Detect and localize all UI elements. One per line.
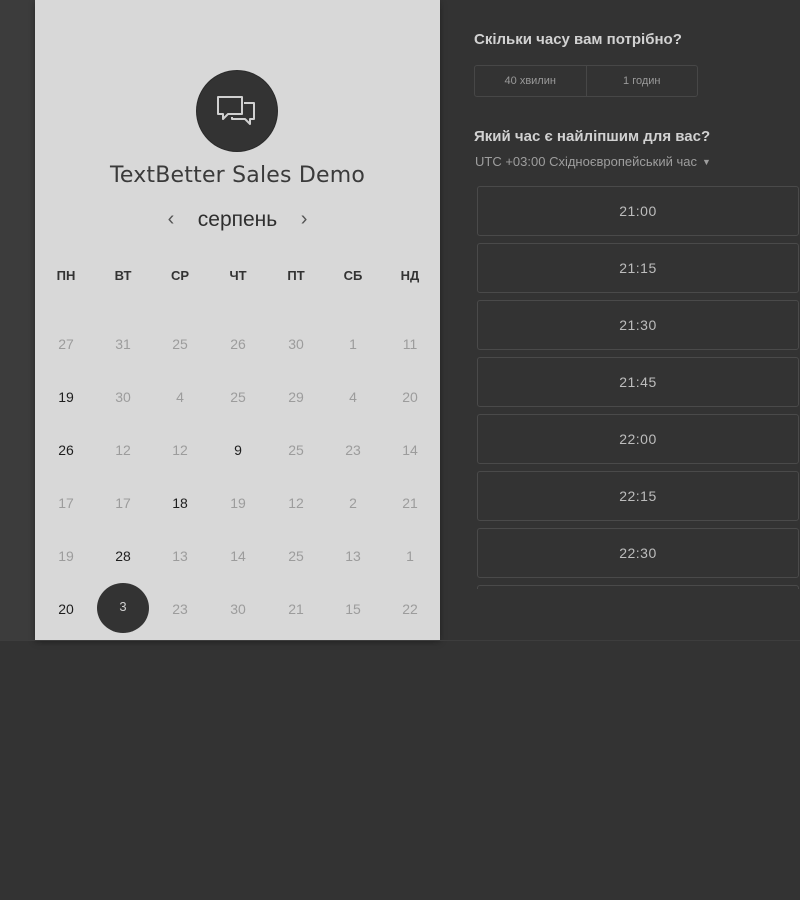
unavailable-day: 13 xyxy=(345,548,361,564)
duration-question: Скільки часу вам потрібно? xyxy=(474,31,682,48)
duration-option-1h[interactable]: 1 годин xyxy=(585,66,698,96)
time-slot-button[interactable]: 21:30 xyxy=(477,300,799,350)
unavailable-day: 19 xyxy=(58,548,74,564)
available-day[interactable]: 20 xyxy=(44,598,88,620)
unavailable-day: 20 xyxy=(402,389,418,405)
time-slot-button[interactable]: 22:30 xyxy=(477,528,799,578)
time-slot-list[interactable]: 21:00 21:15 21:30 21:45 22:00 22:15 22:30 xyxy=(477,186,800,589)
unavailable-day: 23 xyxy=(172,601,188,617)
unavailable-day: 23 xyxy=(345,442,361,458)
available-day[interactable]: 9 xyxy=(216,439,260,461)
unavailable-day: 13 xyxy=(172,548,188,564)
time-slot-button[interactable]: 22:15 xyxy=(477,471,799,521)
unavailable-day: 21 xyxy=(288,601,304,617)
timezone-label: UTC +03:00 Східноєвропейський час xyxy=(475,154,697,169)
duration-selector: 40 хвилин 1 годин xyxy=(474,65,698,97)
unavailable-day: 30 xyxy=(115,389,131,405)
unavailable-day: 4 xyxy=(176,389,184,405)
unavailable-day: 29 xyxy=(288,389,304,405)
calendar-card: TextBetter Sales Demo ‹ серпень › ПН ВТ СР… xyxy=(35,0,440,640)
divider xyxy=(0,640,800,641)
background-edge xyxy=(0,0,35,640)
time-slot-button[interactable]: 21:00 xyxy=(477,186,799,236)
available-day[interactable]: 26 xyxy=(44,439,88,461)
unavailable-day: 1 xyxy=(406,548,414,564)
available-day[interactable]: 19 xyxy=(44,386,88,408)
time-slot-button[interactable]: 22:00 xyxy=(477,414,799,464)
duration-option-40min[interactable]: 40 хвилин xyxy=(475,66,586,96)
unavailable-day: 21 xyxy=(402,495,418,511)
unavailable-day: 12 xyxy=(172,442,188,458)
selected-day[interactable]: 3 xyxy=(97,583,149,633)
unavailable-day: 2 xyxy=(349,495,357,511)
unavailable-day: 17 xyxy=(58,495,74,511)
unavailable-day: 27 xyxy=(58,336,74,352)
caret-down-icon: ▼ xyxy=(701,157,711,167)
unavailable-day: 22 xyxy=(402,601,418,617)
unavailable-day: 30 xyxy=(288,336,304,352)
unavailable-day: 11 xyxy=(402,336,418,352)
unavailable-day: 14 xyxy=(230,548,246,564)
timezone-dropdown[interactable]: UTC +03:00 Східноєвропейський час ▼ xyxy=(475,154,711,169)
time-slot-button[interactable]: 21:15 xyxy=(477,243,799,293)
unavailable-day: 19 xyxy=(230,495,246,511)
unavailable-day: 15 xyxy=(345,601,361,617)
unavailable-day: 12 xyxy=(288,495,304,511)
day-grid: 27 31 25 26 30 1 11 19 30 4 25 29 4 20 26 12 12 9 25 23 14 17… xyxy=(35,0,440,640)
unavailable-day: 25 xyxy=(288,442,304,458)
unavailable-day: 30 xyxy=(230,601,246,617)
unavailable-day: 4 xyxy=(349,389,357,405)
time-slot-button[interactable] xyxy=(477,585,799,589)
available-day[interactable]: 28 xyxy=(101,545,145,567)
time-slot-button[interactable]: 21:45 xyxy=(477,357,799,407)
unavailable-day: 1 xyxy=(349,336,357,352)
scheduling-page: TextBetter Sales Demo ‹ серпень › ПН ВТ СР… xyxy=(0,0,800,900)
unavailable-day: 12 xyxy=(115,442,131,458)
unavailable-day: 31 xyxy=(115,336,131,352)
available-day[interactable]: 18 xyxy=(158,492,202,514)
time-question: Який час є найліпшим для вас? xyxy=(474,128,711,145)
unavailable-day: 25 xyxy=(172,336,188,352)
unavailable-day: 14 xyxy=(402,442,418,458)
unavailable-day: 25 xyxy=(230,389,246,405)
unavailable-day: 17 xyxy=(115,495,131,511)
unavailable-day: 26 xyxy=(230,336,246,352)
unavailable-day: 25 xyxy=(288,548,304,564)
